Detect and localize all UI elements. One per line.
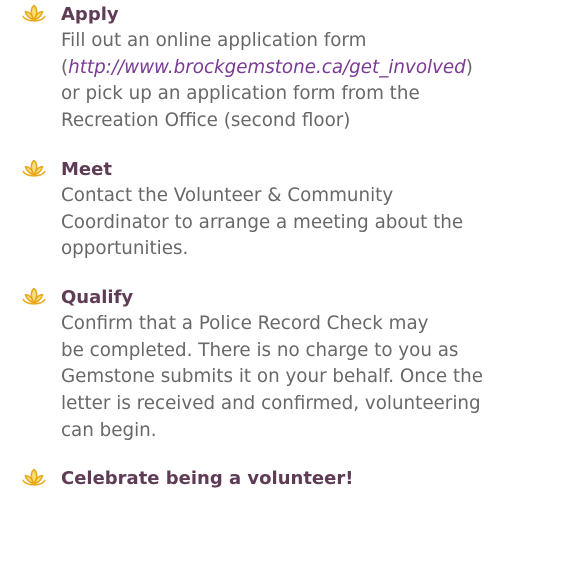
step-text-line: opportunities.	[61, 238, 189, 260]
step-meet: Meet Contact the Volunteer & Community C…	[0, 156, 571, 263]
step-text-line: Coordinator to arrange a meeting about t…	[61, 211, 464, 233]
step-qualify: Qualify Confirm that a Police Record Che…	[0, 284, 571, 445]
lotus-icon	[22, 469, 46, 487]
lotus-icon	[22, 287, 46, 305]
step-title: Celebrate being a volunteer!	[61, 468, 354, 490]
lotus-icon	[22, 4, 46, 22]
step-text-line: Gemstone submits it on your behalf. Once…	[61, 366, 483, 388]
step-text-line: letter is received and confirmed, volunt…	[61, 393, 481, 415]
step-text-line: be completed. There is no charge to you …	[61, 339, 459, 361]
step-text-line: Confirm that a Police Record Check may	[61, 312, 429, 334]
step-text-line: Recreation Office (second floor)	[61, 110, 351, 132]
step-title: Meet	[61, 158, 112, 180]
step-title: Apply	[61, 4, 119, 25]
step-text-line: Contact the Volunteer & Community	[61, 184, 394, 206]
step-text-line: can begin.	[61, 419, 157, 441]
lotus-icon	[22, 159, 46, 177]
get-involved-link[interactable]: http://www.brockgemstone.ca/get_involved	[68, 57, 466, 78]
step-text-line: Fill out an online application form	[61, 30, 367, 51]
paren-close: )	[465, 56, 473, 78]
step-apply: Apply Fill out an online application for…	[0, 1, 571, 135]
step-text-line: or pick up an application form from the	[61, 83, 420, 105]
step-title: Qualify	[61, 286, 134, 308]
volunteer-steps-list: Apply Fill out an online application for…	[0, 0, 571, 492]
step-text-line: (http://www.brockgemstone.ca/get_involve…	[61, 55, 571, 82]
step-celebrate: Celebrate being a volunteer!	[0, 465, 571, 492]
